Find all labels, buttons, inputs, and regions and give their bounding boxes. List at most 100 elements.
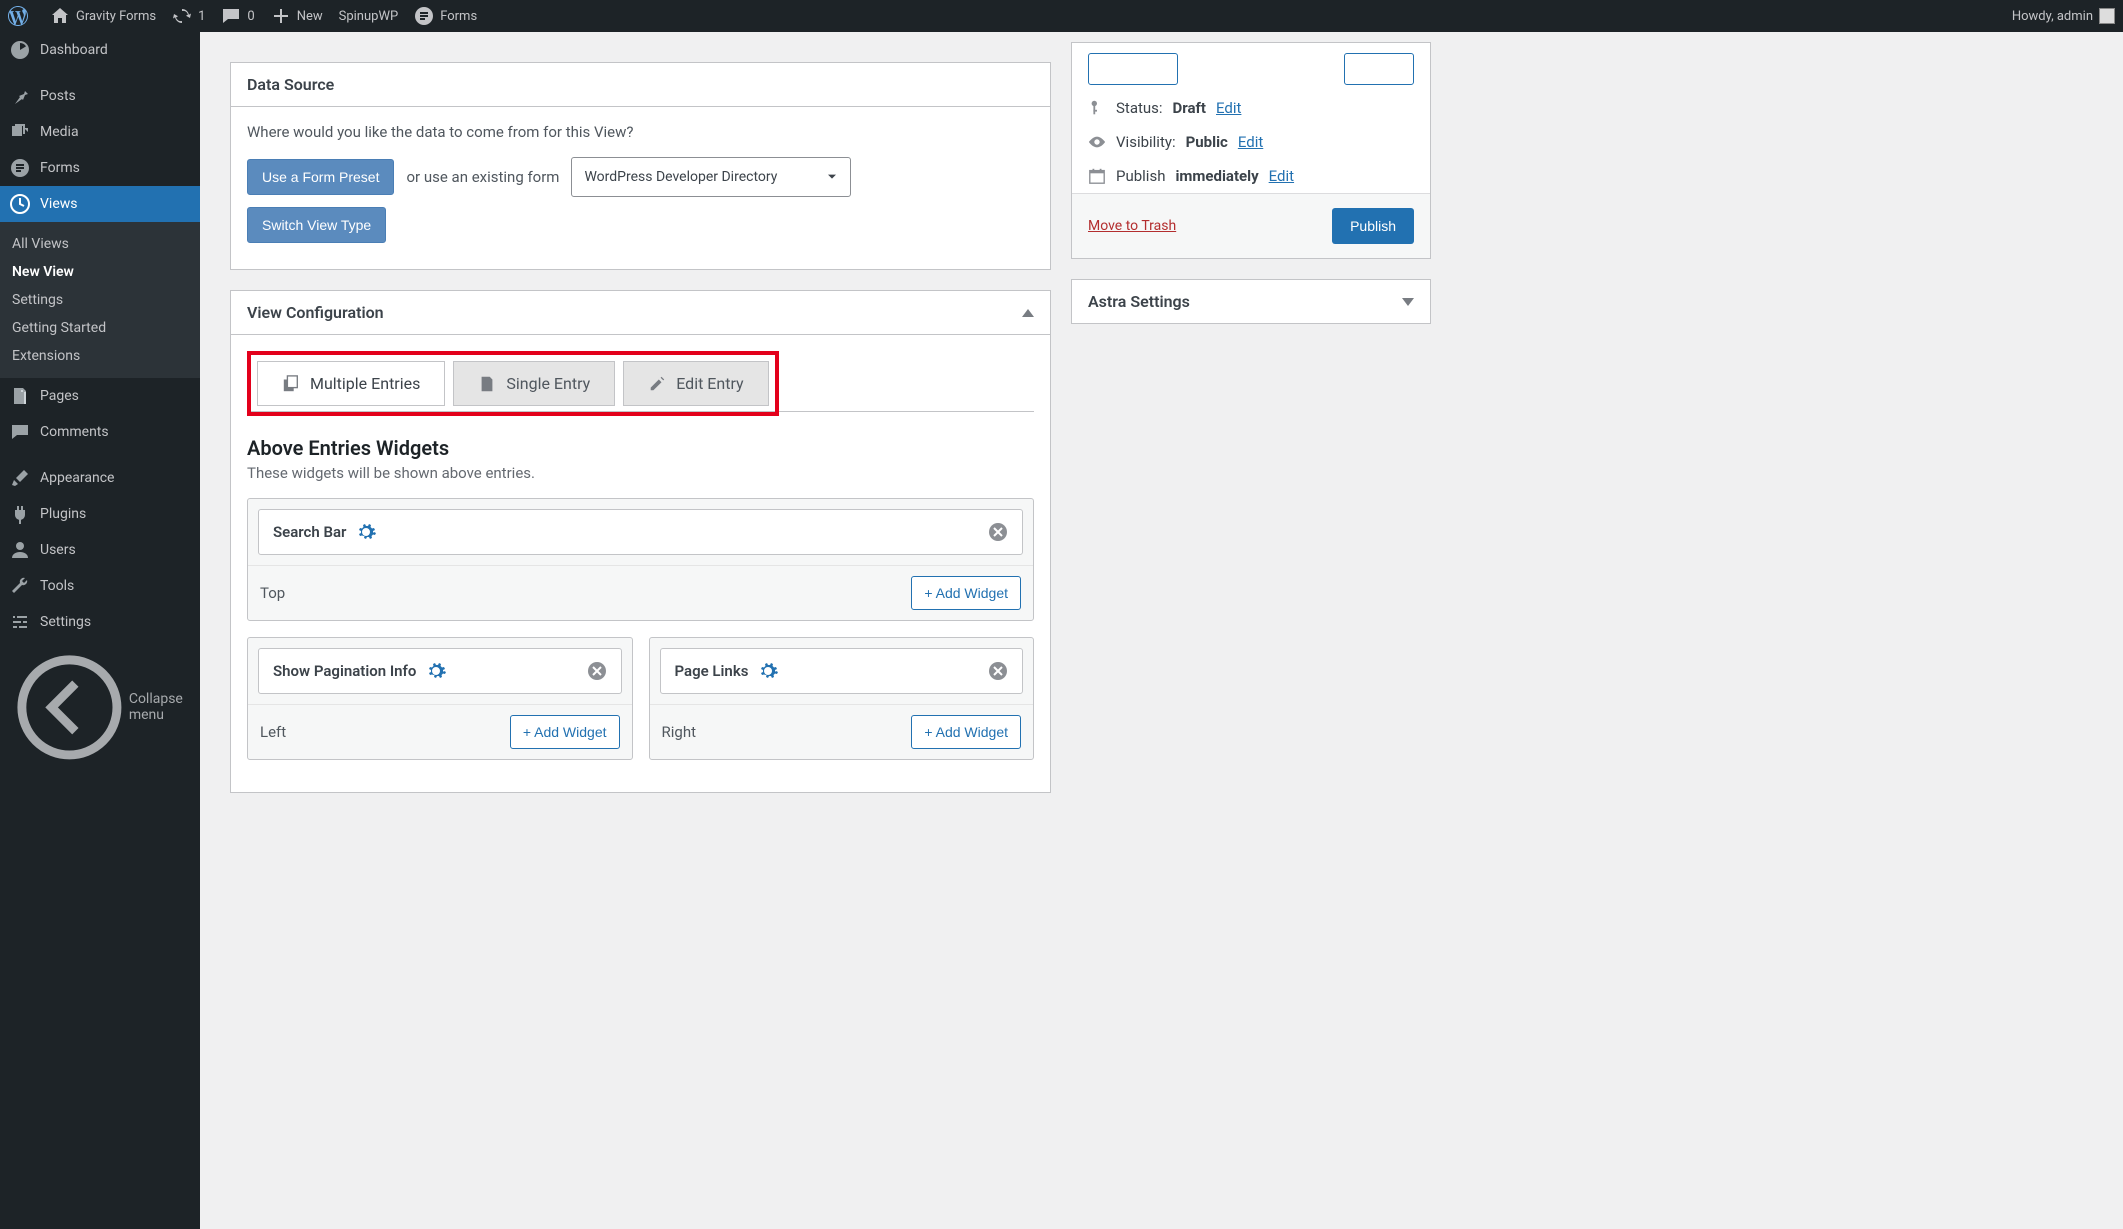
- sidebar-submenu: All Views New View Settings Getting Star…: [0, 222, 200, 378]
- astra-settings-box: Astra Settings: [1071, 279, 1431, 324]
- above-widgets-subtitle: These widgets will be shown above entrie…: [247, 464, 1034, 482]
- gear-icon[interactable]: [758, 661, 778, 681]
- edit-schedule-link[interactable]: Edit: [1269, 167, 1294, 185]
- widget-search-bar[interactable]: Search Bar: [258, 509, 1023, 555]
- tab-multiple-entries[interactable]: Multiple Entries: [257, 361, 445, 406]
- submenu-all-views[interactable]: All Views: [0, 230, 200, 258]
- plug-icon: [10, 504, 30, 524]
- sidebar-item-label: Tools: [40, 578, 74, 594]
- publish-button[interactable]: Publish: [1332, 208, 1414, 244]
- chevron-down-icon: [824, 169, 840, 185]
- account-link[interactable]: Howdy, admin: [2004, 0, 2123, 32]
- sidebar-item-label: Pages: [40, 388, 79, 404]
- collapse-menu[interactable]: Collapse menu: [0, 640, 200, 775]
- close-icon[interactable]: [587, 661, 607, 681]
- submenu-getting-started[interactable]: Getting Started: [0, 314, 200, 342]
- forms-link[interactable]: Forms: [406, 0, 485, 32]
- howdy-text: Howdy, admin: [2012, 9, 2093, 24]
- gear-icon[interactable]: [356, 522, 376, 542]
- plus-icon: [271, 6, 291, 26]
- sidebar-item-label: Forms: [40, 160, 80, 176]
- widget-zone-left: Show Pagination Info Left + Add Widget: [247, 637, 633, 760]
- updates-count: 1: [198, 9, 205, 24]
- sidebar-item-users[interactable]: Users: [0, 532, 200, 568]
- visibility-row: Visibility: Public Edit: [1072, 125, 1430, 159]
- add-widget-top-button[interactable]: + Add Widget: [911, 576, 1021, 610]
- sliders-icon: [10, 612, 30, 632]
- eye-icon: [1088, 133, 1106, 151]
- updates-link[interactable]: 1: [164, 0, 213, 32]
- move-to-trash-link[interactable]: Move to Trash: [1088, 218, 1176, 234]
- sidebar-item-tools[interactable]: Tools: [0, 568, 200, 604]
- admin-bar: Gravity Forms 1 0 New SpinupWP Forms How…: [0, 0, 2123, 32]
- sidebar-item-label: Dashboard: [40, 42, 108, 58]
- wrench-icon: [10, 576, 30, 596]
- toggle-astra-icon[interactable]: [1402, 298, 1414, 306]
- wordpress-icon: [8, 6, 28, 26]
- comments-count: 0: [247, 9, 254, 24]
- gear-icon[interactable]: [426, 661, 446, 681]
- widget-zone-right: Page Links Right + Add Widget: [649, 637, 1035, 760]
- new-link[interactable]: New: [263, 0, 331, 32]
- sidebar-item-views[interactable]: Views: [0, 186, 200, 222]
- switch-view-type-button[interactable]: Switch View Type: [247, 207, 386, 243]
- sidebar-item-forms[interactable]: Forms: [0, 150, 200, 186]
- data-source-prompt: Where would you like the data to come fr…: [247, 123, 1034, 141]
- form-preset-button[interactable]: Use a Form Preset: [247, 159, 394, 195]
- sidebar-item-plugins[interactable]: Plugins: [0, 496, 200, 532]
- comments-icon: [10, 422, 30, 442]
- widget-pagination-info[interactable]: Show Pagination Info: [258, 648, 622, 694]
- site-link[interactable]: Gravity Forms: [42, 0, 164, 32]
- widget-page-links[interactable]: Page Links: [660, 648, 1024, 694]
- sidebar-item-label: Users: [40, 542, 76, 558]
- add-widget-right-button[interactable]: + Add Widget: [911, 715, 1021, 749]
- calendar-icon: [1088, 167, 1106, 185]
- pages-icon: [10, 386, 30, 406]
- sidebar-item-label: Views: [40, 196, 78, 212]
- above-widgets-title: Above Entries Widgets: [247, 436, 1034, 460]
- sidebar-item-media[interactable]: Media: [0, 114, 200, 150]
- zone-label-left: Left: [260, 723, 286, 741]
- sidebar-item-pages[interactable]: Pages: [0, 378, 200, 414]
- data-source-title: Data Source: [231, 63, 1050, 107]
- status-row: Status: Draft Edit: [1072, 91, 1430, 125]
- pin-icon: [10, 86, 30, 106]
- page-icon: [478, 375, 496, 393]
- submenu-extensions[interactable]: Extensions: [0, 342, 200, 370]
- sidebar-item-label: Appearance: [40, 470, 114, 486]
- edit-status-link[interactable]: Edit: [1216, 99, 1241, 117]
- media-icon: [10, 122, 30, 142]
- sidebar-item-label: Posts: [40, 88, 76, 104]
- sidebar-item-label: Plugins: [40, 506, 86, 522]
- sidebar-item-label: Media: [40, 124, 79, 140]
- toggle-collapse-icon[interactable]: [1022, 309, 1034, 317]
- sidebar-item-appearance[interactable]: Appearance: [0, 460, 200, 496]
- sidebar-item-comments[interactable]: Comments: [0, 414, 200, 450]
- form-select[interactable]: WordPress Developer Directory: [571, 157, 851, 197]
- close-icon[interactable]: [988, 522, 1008, 542]
- zone-label-top: Top: [260, 584, 285, 602]
- dashboard-icon: [10, 40, 30, 60]
- comments-link[interactable]: 0: [213, 0, 262, 32]
- sidebar-item-settings[interactable]: Settings: [0, 604, 200, 640]
- view-config-box: View Configuration Multiple Entries Sing…: [230, 290, 1051, 793]
- brush-icon: [10, 468, 30, 488]
- site-title: Gravity Forms: [76, 9, 156, 24]
- add-widget-left-button[interactable]: + Add Widget: [510, 715, 620, 749]
- submenu-settings[interactable]: Settings: [0, 286, 200, 314]
- close-icon[interactable]: [988, 661, 1008, 681]
- view-config-title: View Configuration: [247, 303, 384, 322]
- sidebar-item-posts[interactable]: Posts: [0, 78, 200, 114]
- wp-logo[interactable]: [0, 0, 42, 32]
- data-source-box: Data Source Where would you like the dat…: [230, 62, 1051, 270]
- spinupwp-link[interactable]: SpinupWP: [331, 0, 407, 32]
- sidebar-item-dashboard[interactable]: Dashboard: [0, 32, 200, 68]
- submenu-new-view[interactable]: New View: [0, 258, 200, 286]
- tab-single-entry[interactable]: Single Entry: [453, 361, 615, 406]
- edit-visibility-link[interactable]: Edit: [1238, 133, 1263, 151]
- copies-icon: [282, 375, 300, 393]
- key-icon: [1088, 99, 1106, 117]
- refresh-icon: [172, 6, 192, 26]
- edit-icon: [648, 375, 666, 393]
- tab-edit-entry[interactable]: Edit Entry: [623, 361, 768, 406]
